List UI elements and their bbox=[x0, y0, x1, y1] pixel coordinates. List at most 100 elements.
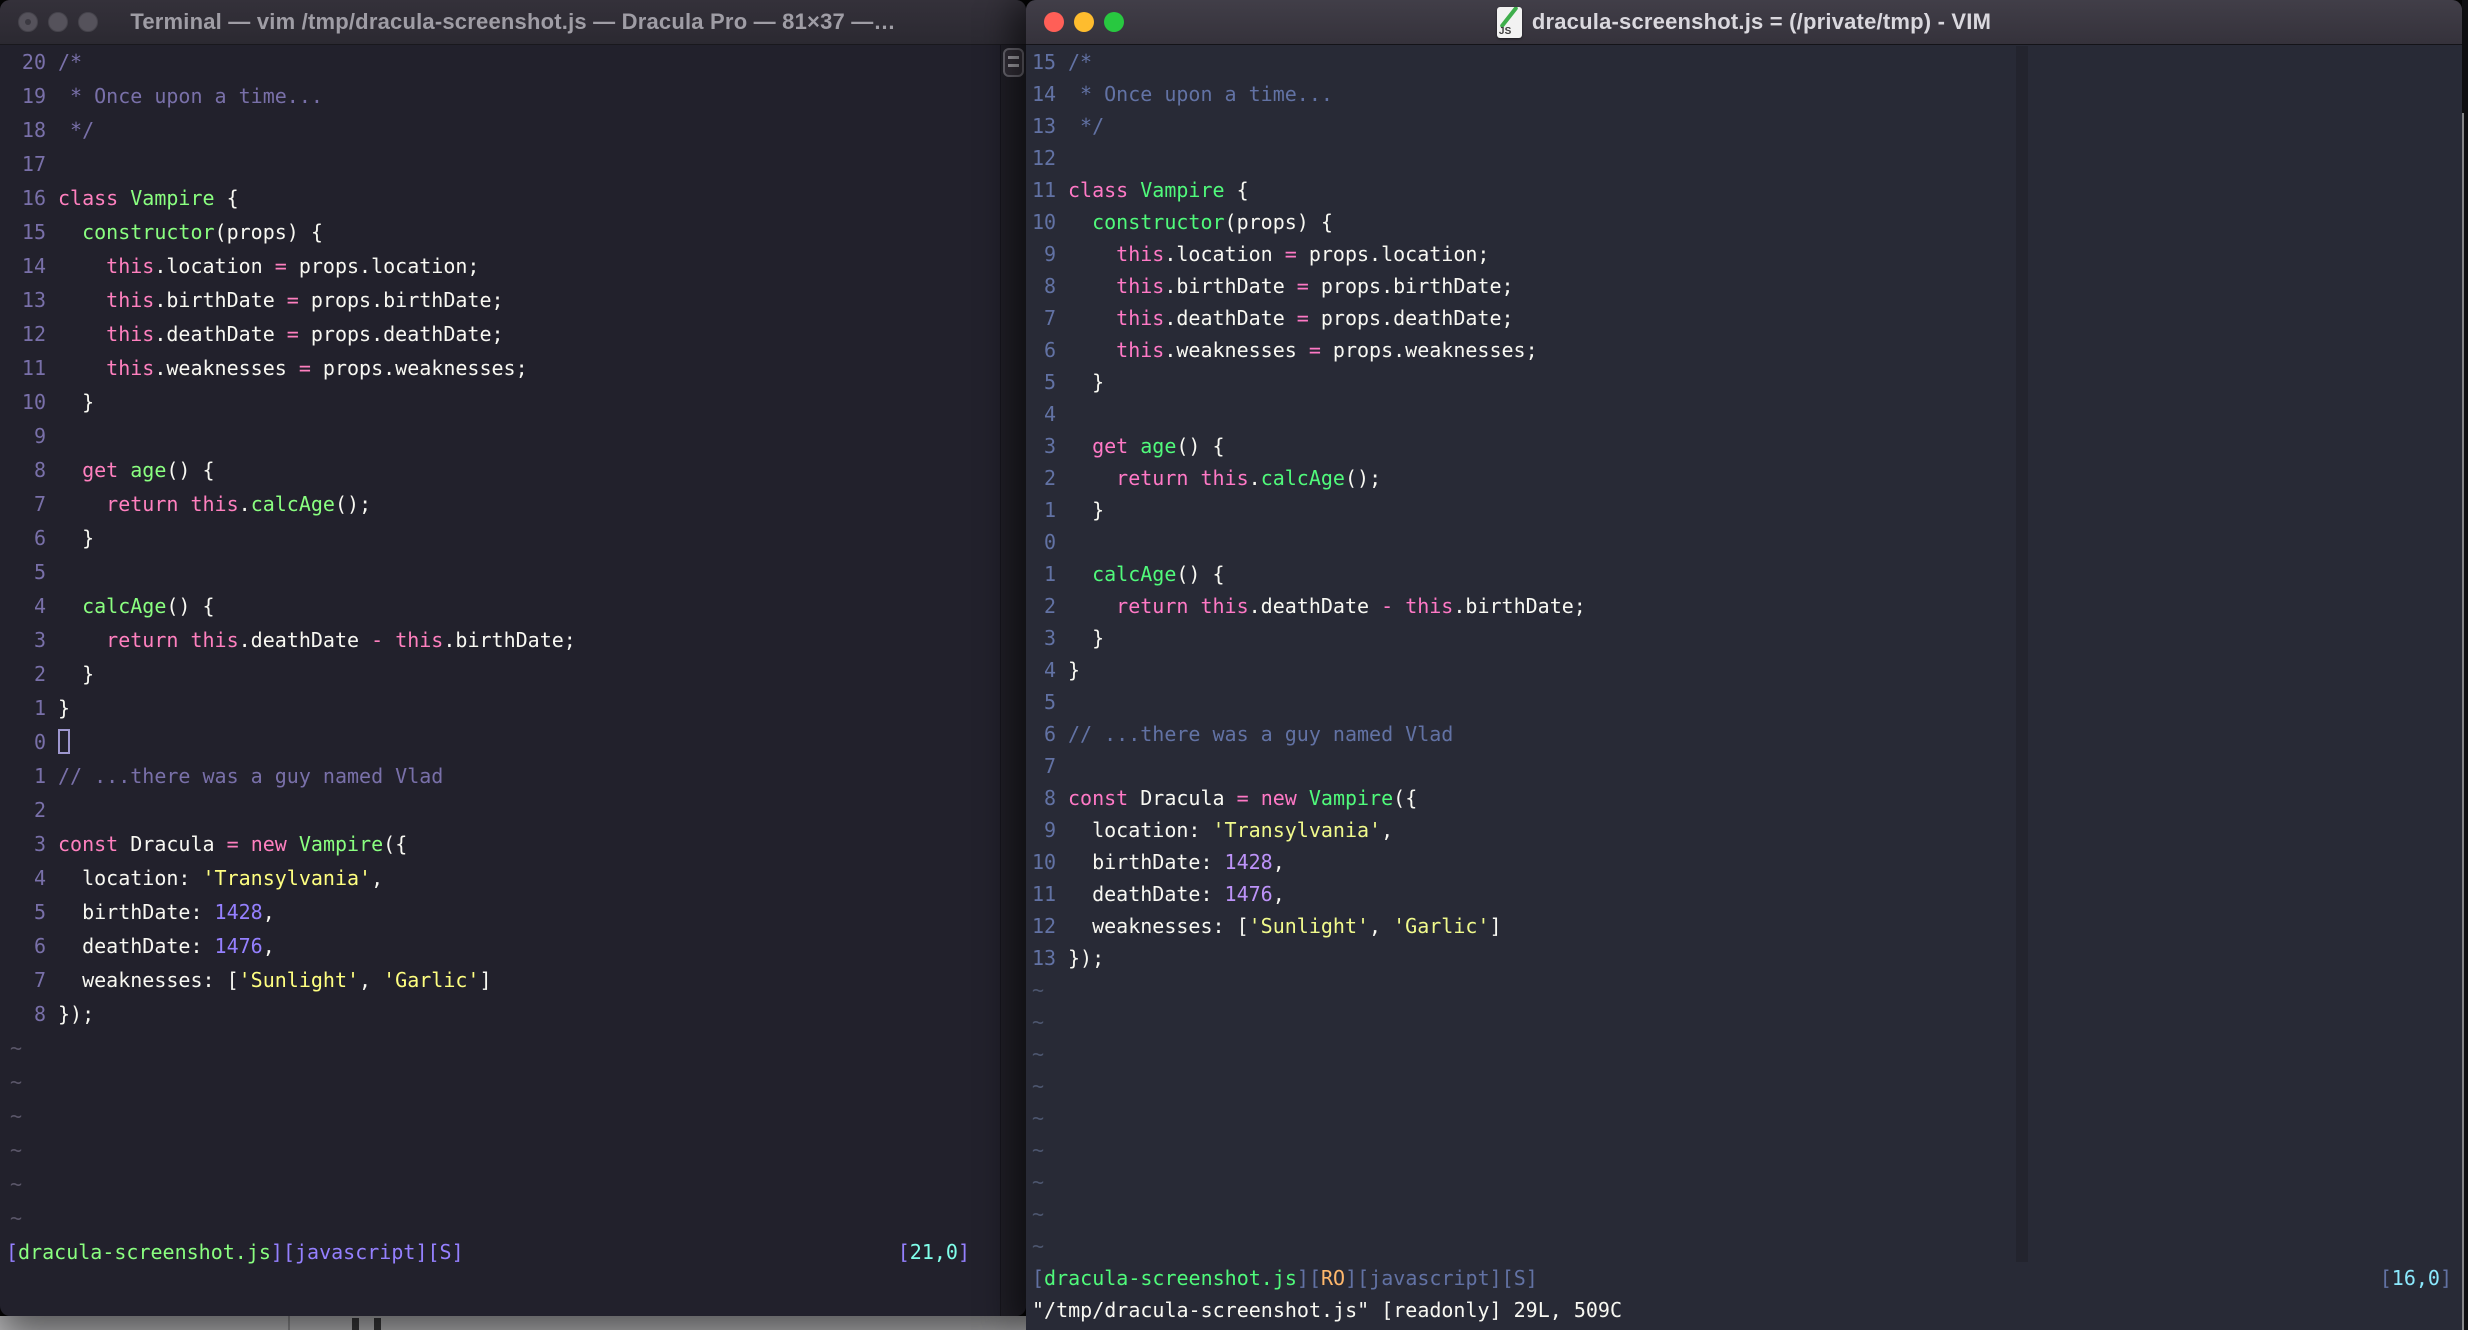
code-line: 4 calcAge() { bbox=[33, 594, 215, 618]
code-line: 10 } bbox=[21, 390, 95, 414]
code-line: 6 this.weaknesses = props.weaknesses; bbox=[1043, 338, 1538, 362]
tilde-line: ~ bbox=[1032, 1010, 1045, 1034]
macvim-window: JS dracula-screenshot.js = (/private/tmp… bbox=[1026, 0, 2462, 1330]
code-line: 2 return this.calcAge(); bbox=[1043, 466, 1382, 490]
screen: Terminal — vim /tmp/dracula-screenshot.j… bbox=[0, 0, 2468, 1330]
code-line: 3 const Dracula = new Vampire({ bbox=[33, 832, 408, 856]
code-line: 17 bbox=[21, 152, 46, 176]
tilde-line: ~ bbox=[10, 1206, 23, 1230]
tilde-line: ~ bbox=[1032, 1202, 1045, 1226]
code-line: 9 bbox=[33, 424, 46, 448]
vim-buffer-right[interactable]: 15/* 14 * Once upon a time... 13 */ 12 11 cla… bbox=[1026, 46, 2462, 1326]
tilde-line: ~ bbox=[10, 1172, 23, 1196]
terminal-window-title: Terminal — vim /tmp/dracula-screenshot.j… bbox=[130, 9, 896, 34]
vim-statusline: [dracula-screenshot.js][javascript][S] [2… bbox=[0, 1235, 1000, 1269]
code-line: 1// ...there was a guy named Vlad bbox=[33, 764, 444, 788]
code-line: 15 constructor(props) { bbox=[21, 220, 323, 244]
code-line: 3 } bbox=[1043, 626, 1105, 650]
code-line: 20/* bbox=[21, 50, 83, 74]
tilde-line: ~ bbox=[1032, 1170, 1045, 1194]
code-line: 2 } bbox=[33, 662, 95, 686]
code-line: 6 deathDate: 1476, bbox=[33, 934, 275, 958]
code-line: 5 bbox=[33, 560, 46, 584]
code-line: 8 this.birthDate = props.birthDate; bbox=[1043, 274, 1514, 298]
code-line: 12 weaknesses: ['Sunlight', 'Garlic'] bbox=[1032, 914, 1502, 938]
terminal-titlebar[interactable]: Terminal — vim /tmp/dracula-screenshot.j… bbox=[0, 0, 1026, 45]
code-line: 11 class Vampire { bbox=[1032, 178, 1249, 202]
code-line: 2 return this.deathDate - this.birthDate… bbox=[1043, 594, 1586, 618]
code-line: 13 this.birthDate = props.birthDate; bbox=[21, 288, 504, 312]
code-line: 4} bbox=[1043, 658, 1081, 682]
background-window-edge bbox=[2462, 113, 2464, 1330]
close-button-icon[interactable] bbox=[18, 12, 38, 32]
code-line: 9 this.location = props.location; bbox=[1043, 242, 1490, 266]
tilde-line: ~ bbox=[1032, 1042, 1045, 1066]
code-line: 16 class Vampire { bbox=[21, 186, 239, 210]
macvim-window-title: dracula-screenshot.js = (/private/tmp) -… bbox=[1531, 9, 1992, 34]
code-line: 14 this.location = props.location; bbox=[21, 254, 480, 278]
code-line: 6// ...there was a guy named Vlad bbox=[1043, 722, 1454, 746]
code-line: 7 return this.calcAge(); bbox=[33, 492, 372, 516]
tilde-line: ~ bbox=[1032, 1074, 1045, 1098]
close-button-icon[interactable] bbox=[1044, 12, 1064, 32]
code-line: 11 this.weaknesses = props.weaknesses; bbox=[21, 356, 528, 380]
tilde-line: ~ bbox=[10, 1104, 23, 1128]
code-line: 15/* bbox=[1032, 50, 1093, 74]
code-line: 13 */ bbox=[1032, 114, 1105, 138]
code-line: 6 } bbox=[33, 526, 95, 550]
vim-buffer-left[interactable]: 20/* 19 * Once upon a time... 18 */ 17 16 cla… bbox=[0, 45, 1000, 1303]
code-line: 19 * Once upon a time... bbox=[21, 84, 323, 108]
code-line: 4 location: 'Transylvania', bbox=[33, 866, 384, 890]
code-line: 3 return this.deathDate - this.birthDate… bbox=[33, 628, 576, 652]
tilde-line: ~ bbox=[10, 1070, 23, 1094]
document-proxy-icon[interactable]: JS bbox=[1496, 6, 1522, 38]
code-line: 5 birthDate: 1428, bbox=[33, 900, 275, 924]
zoom-button-icon[interactable] bbox=[78, 12, 98, 32]
split-pane-button-icon[interactable] bbox=[1003, 48, 1024, 77]
code-line: 18 */ bbox=[21, 118, 95, 142]
code-line: 1 } bbox=[1043, 498, 1105, 522]
code-line: 7 weaknesses: ['Sunlight', 'Garlic'] bbox=[33, 968, 492, 992]
vim-ruler: [21,0] bbox=[897, 1240, 970, 1264]
background-window-divider bbox=[288, 1316, 290, 1330]
code-line: 7 this.deathDate = props.deathDate; bbox=[1043, 306, 1514, 330]
code-line: 0 bbox=[0, 725, 1000, 759]
terminal-scrollbar[interactable] bbox=[1000, 45, 1026, 1316]
code-line: 14 * Once upon a time... bbox=[1032, 82, 1333, 106]
code-line: 1 calcAge() { bbox=[1043, 562, 1225, 586]
traffic-lights bbox=[18, 12, 98, 32]
macvim-window-title-group: JS dracula-screenshot.js = (/private/tmp… bbox=[1496, 6, 1992, 38]
code-line: 5 bbox=[1043, 690, 1056, 714]
minimize-button-icon[interactable] bbox=[48, 12, 68, 32]
code-line: 3 get age() { bbox=[1043, 434, 1225, 458]
tilde-line: ~ bbox=[1032, 978, 1045, 1002]
code-line: 10 birthDate: 1428, bbox=[1032, 850, 1285, 874]
close-dot-icon bbox=[25, 19, 31, 25]
code-line: 13}); bbox=[1032, 946, 1105, 970]
tilde-line: ~ bbox=[10, 1138, 23, 1162]
code-line: 8 const Dracula = new Vampire({ bbox=[1043, 786, 1418, 810]
code-line: 9 location: 'Transylvania', bbox=[1043, 818, 1394, 842]
vim-cursor bbox=[58, 729, 70, 754]
code-line: 2 bbox=[33, 798, 46, 822]
code-line: 7 bbox=[1043, 754, 1056, 778]
minimize-button-icon[interactable] bbox=[1074, 12, 1094, 32]
code-line: 10 constructor(props) { bbox=[1032, 210, 1333, 234]
vim-ruler: [16,0] bbox=[2379, 1266, 2452, 1290]
code-line: 0 bbox=[1043, 530, 1056, 554]
macvim-titlebar[interactable]: JS dracula-screenshot.js = (/private/tmp… bbox=[1026, 0, 2462, 45]
vim-command-line: "/tmp/dracula-screenshot.js" [readonly] … bbox=[1032, 1298, 1623, 1322]
code-line: 12 this.deathDate = props.deathDate; bbox=[21, 322, 504, 346]
tilde-line: ~ bbox=[1032, 1234, 1045, 1258]
code-line: 11 deathDate: 1476, bbox=[1032, 882, 1285, 906]
zoom-button-icon[interactable] bbox=[1104, 12, 1124, 32]
vim-statusline: [dracula-screenshot.js][RO][javascript][… bbox=[1026, 1262, 2462, 1294]
vim-command-line bbox=[0, 1269, 1000, 1303]
tilde-line: ~ bbox=[1032, 1106, 1045, 1130]
code-line: 1} bbox=[33, 696, 71, 720]
background-window-text-fragment bbox=[374, 1318, 381, 1330]
code-line: 8 get age() { bbox=[33, 458, 215, 482]
tilde-line: ~ bbox=[10, 1036, 23, 1060]
tilde-line: ~ bbox=[1032, 1138, 1045, 1162]
code-line: 12 bbox=[1032, 146, 1057, 170]
